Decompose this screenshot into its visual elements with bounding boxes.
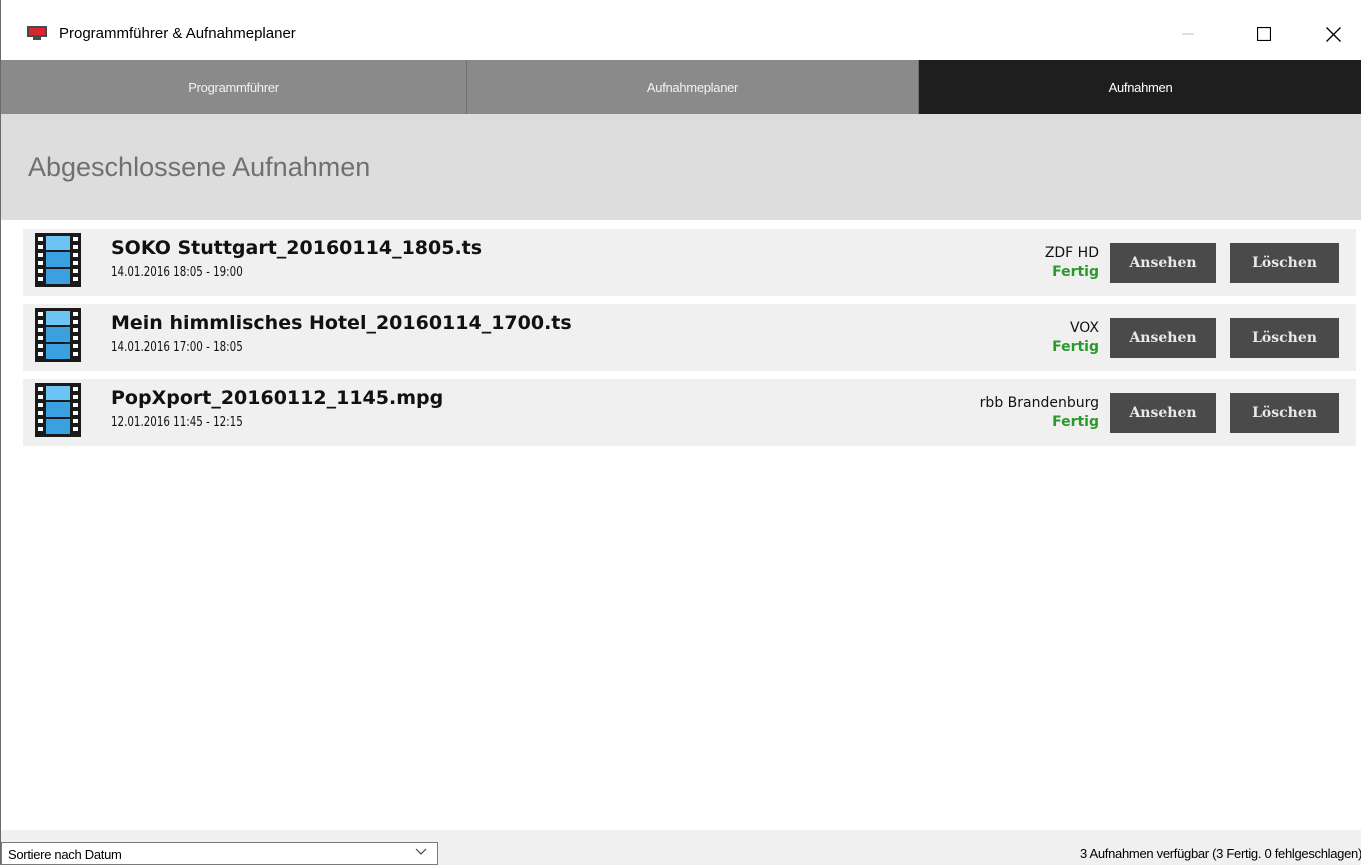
tab-aufnahmeplaner[interactable]: Aufnahmeplaner	[467, 60, 919, 114]
recording-time: 14.01.2016 18:05 - 19:00	[111, 265, 243, 280]
main-tabs: Programmführer Aufnahmeplaner Aufnahmen	[1, 60, 1361, 114]
close-button[interactable]	[1310, 12, 1356, 56]
view-button[interactable]: Ansehen	[1110, 393, 1216, 433]
film-icon	[35, 383, 81, 437]
recording-status: Fertig	[1052, 339, 1099, 355]
recording-channel: rbb Brandenburg	[979, 395, 1099, 411]
sort-dropdown[interactable]: Sortiere nach Datum	[1, 842, 438, 865]
status-summary: 3 Aufnahmen verfügbar (3 Fertig. 0 fehlg…	[1079, 846, 1361, 861]
delete-button[interactable]: Löschen	[1230, 318, 1339, 358]
recording-item[interactable]: SOKO Stuttgart_20160114_1805.ts 14.01.20…	[23, 229, 1356, 296]
recording-status: Fertig	[1052, 414, 1099, 430]
recording-name: Mein himmlisches Hotel_20160114_1700.ts	[111, 312, 572, 334]
delete-button[interactable]: Löschen	[1230, 243, 1339, 283]
delete-button[interactable]: Löschen	[1230, 393, 1339, 433]
minimize-icon	[1182, 33, 1194, 35]
recording-name: SOKO Stuttgart_20160114_1805.ts	[111, 237, 483, 259]
tab-programmfuehrer[interactable]: Programmführer	[1, 60, 467, 114]
tab-aufnahmen[interactable]: Aufnahmen	[919, 60, 1361, 114]
app-tv-icon	[27, 26, 47, 40]
recording-time: 14.01.2016 17:00 - 18:05	[111, 340, 243, 355]
recordings-list: SOKO Stuttgart_20160114_1805.ts 14.01.20…	[23, 229, 1356, 454]
recording-channel: VOX	[1069, 320, 1099, 336]
recording-time: 12.01.2016 11:45 - 12:15	[111, 415, 243, 430]
status-bar: Sortiere nach Datum 3 Aufnahmen verfügba…	[1, 830, 1361, 865]
recording-item[interactable]: PopXport_20160112_1145.mpg 12.01.2016 11…	[23, 379, 1356, 446]
view-button[interactable]: Ansehen	[1110, 318, 1216, 358]
app-window: Programmführer & Aufnahmeplaner Programm…	[0, 0, 1361, 865]
recording-name: PopXport_20160112_1145.mpg	[111, 387, 444, 409]
section-header: Abgeschlossene Aufnahmen	[1, 114, 1361, 220]
recording-item[interactable]: Mein himmlisches Hotel_20160114_1700.ts …	[23, 304, 1356, 371]
film-icon	[35, 308, 81, 362]
maximize-icon	[1257, 27, 1271, 41]
view-button[interactable]: Ansehen	[1110, 243, 1216, 283]
close-icon	[1325, 26, 1341, 42]
recording-channel: ZDF HD	[1044, 245, 1099, 261]
sort-value: Sortiere nach Datum	[8, 847, 122, 862]
page-title: Abgeschlossene Aufnahmen	[28, 152, 371, 182]
minimize-button[interactable]	[1165, 12, 1211, 56]
recording-status: Fertig	[1052, 264, 1099, 280]
chevron-down-icon	[415, 848, 427, 855]
maximize-button[interactable]	[1241, 12, 1287, 56]
window-title: Programmführer & Aufnahmeplaner	[59, 25, 296, 42]
title-bar[interactable]: Programmführer & Aufnahmeplaner	[1, 0, 1361, 60]
film-icon	[35, 233, 81, 287]
